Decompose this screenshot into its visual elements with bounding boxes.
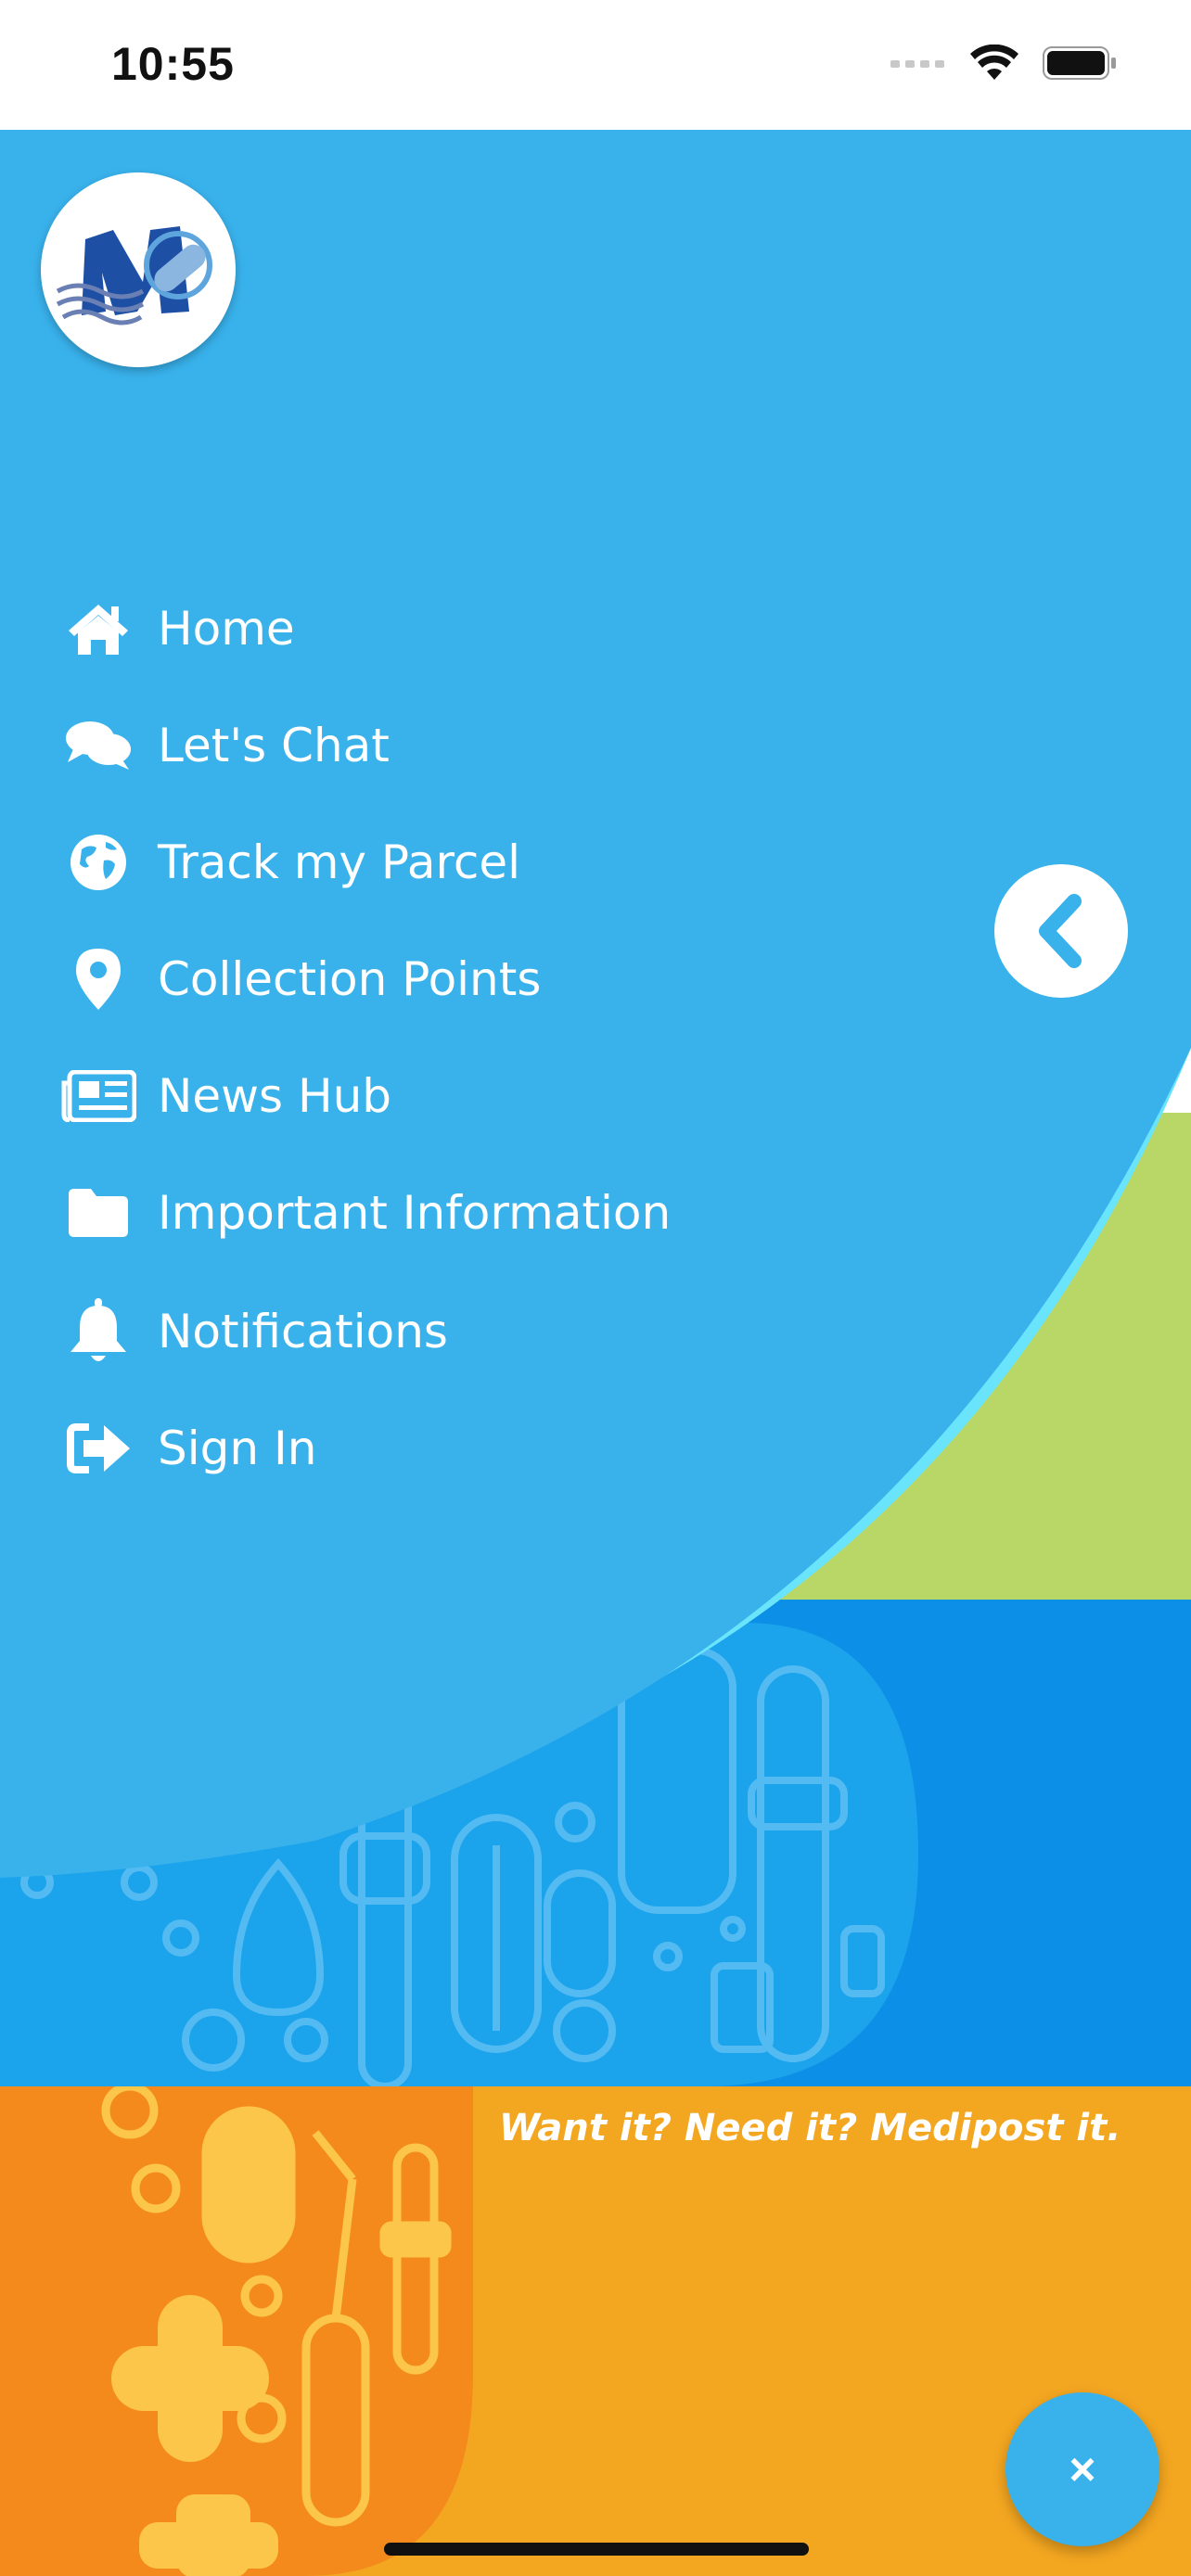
wifi-icon: [970, 45, 1018, 80]
menu-label-collection-points: Collection Points: [158, 952, 542, 1006]
status-icons: [890, 45, 1117, 82]
menu-label-important-information: Important Information: [158, 1186, 672, 1240]
banner-tagline: Want it? Need it? Medipost it.: [499, 2107, 1121, 2149]
battery-icon: [1043, 46, 1116, 80]
home-icon: [59, 592, 137, 666]
newspaper-icon: [59, 1059, 137, 1133]
signal-icon: [890, 60, 944, 68]
sign-in-icon: [59, 1411, 137, 1486]
folder-icon: [59, 1176, 137, 1250]
background-artwork: [0, 130, 1191, 2576]
menu-label-news-hub: News Hub: [158, 1069, 392, 1123]
close-icon: ×: [1069, 2443, 1096, 2495]
map-pin-icon: [59, 942, 137, 1016]
medical-pattern-orange: [0, 2086, 473, 2576]
status-time: 10:55: [111, 38, 235, 90]
status-bar: 10:55: [0, 0, 1191, 130]
chat-icon: [59, 708, 137, 783]
home-indicator[interactable]: [384, 2543, 809, 2556]
collapse-menu-button[interactable]: [994, 864, 1128, 998]
menu-label-notifications: Notifications: [158, 1305, 448, 1358]
menu-label-track-parcel: Track my Parcel: [158, 835, 521, 889]
menu-label-chat: Let's Chat: [158, 719, 390, 772]
bell-icon: [59, 1294, 137, 1369]
globe-icon: [59, 825, 137, 899]
chevron-left-icon: [1039, 894, 1082, 968]
app-screen: 10:55 Home Let's Chat Track my Parcel Co…: [0, 0, 1191, 2576]
medipost-logo: [41, 172, 236, 367]
menu-label-home: Home: [158, 602, 295, 656]
menu-label-sign-in: Sign In: [158, 1422, 317, 1475]
close-button[interactable]: ×: [1005, 2392, 1159, 2546]
medipost-logo-icon: [56, 226, 212, 325]
